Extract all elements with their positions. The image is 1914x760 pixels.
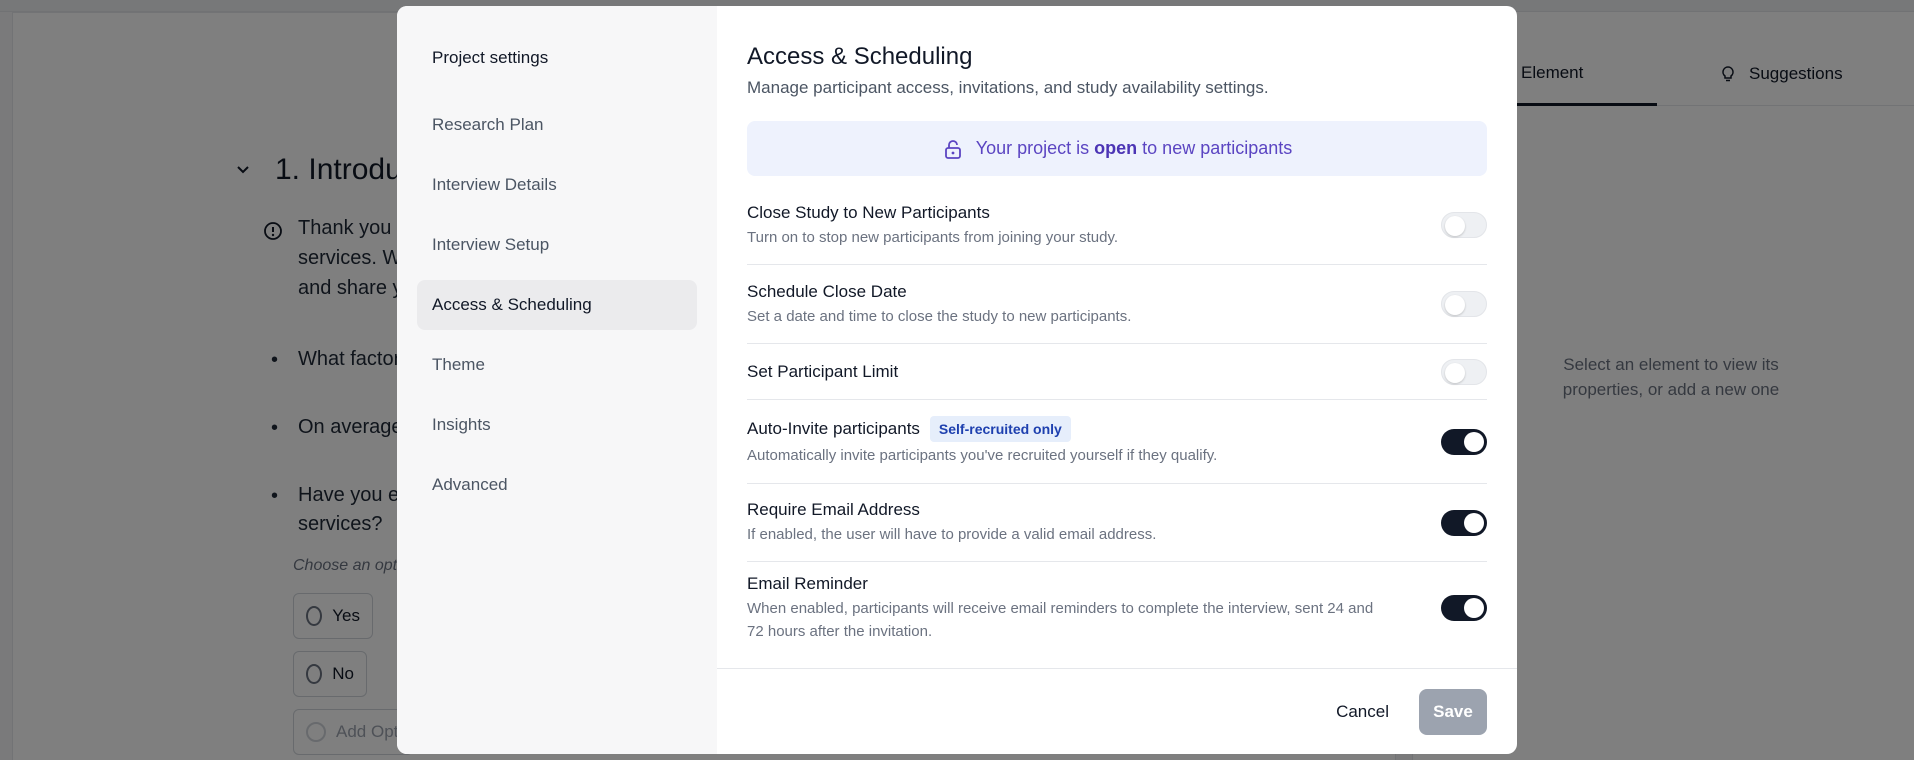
participant-limit-toggle[interactable] (1441, 358, 1487, 385)
setting-title: Email Reminder (747, 574, 868, 593)
project-settings-modal: Project settings Research Plan Interview… (397, 6, 1517, 754)
toggle-knob (1445, 362, 1465, 383)
nav-item-theme[interactable]: Theme (417, 340, 697, 390)
nav-item-advanced[interactable]: Advanced (417, 460, 697, 510)
banner-prefix: Your project is (975, 138, 1090, 158)
email-reminder-toggle[interactable] (1441, 595, 1487, 621)
toggle-knob (1445, 216, 1465, 236)
toggle-knob (1445, 295, 1465, 315)
setting-close-study: Close Study to New Participants Turn on … (747, 176, 1487, 265)
auto-invite-toggle[interactable] (1441, 428, 1487, 455)
setting-email-reminder: Email Reminder When enabled, participant… (747, 562, 1487, 654)
banner-status: open (1094, 138, 1138, 158)
nav-item-interview-details[interactable]: Interview Details (417, 160, 697, 210)
toggle-knob (1464, 598, 1484, 618)
require-email-toggle[interactable] (1441, 509, 1487, 536)
status-banner: Your project is open to new participants (747, 121, 1487, 176)
setting-desc: Turn on to stop new participants from jo… (747, 228, 1119, 246)
nav-item-research-plan[interactable]: Research Plan (417, 100, 697, 150)
setting-title: Schedule Close Date (747, 281, 907, 301)
setting-participant-limit: Set Participant Limit (747, 344, 1487, 400)
setting-desc: Set a date and time to close the study t… (747, 307, 1132, 325)
unlock-icon (944, 139, 961, 159)
settings-list: Close Study to New Participants Turn on … (747, 176, 1487, 654)
nav-title: Project settings (432, 48, 549, 67)
setting-title: Close Study to New Participants (747, 202, 990, 222)
cancel-button[interactable]: Cancel (1324, 689, 1401, 735)
setting-desc: When enabled, participants will receive … (747, 600, 1374, 640)
nav-item-access-scheduling[interactable]: Access & Scheduling (417, 280, 697, 330)
settings-content: Access & Scheduling Manage participant a… (717, 6, 1517, 754)
setting-title: Set Participant Limit (747, 361, 899, 381)
setting-title: Auto-Invite participants Self-recruited … (747, 416, 1387, 442)
banner-text: Your project is open to new participants (976, 138, 1293, 159)
settings-nav: Project settings Research Plan Interview… (397, 6, 717, 754)
modal-footer: Cancel Save (717, 668, 1517, 754)
setting-desc: If enabled, the user will have to provid… (747, 526, 1157, 543)
schedule-close-date-toggle[interactable] (1441, 291, 1487, 317)
save-button[interactable]: Save (1419, 688, 1487, 735)
setting-auto-invite: Auto-Invite participants Self-recruited … (747, 400, 1487, 484)
toggle-knob (1464, 512, 1484, 533)
banner-suffix: to new participants (1142, 138, 1293, 158)
setting-schedule-close-date: Schedule Close Date Set a date and time … (747, 265, 1487, 344)
close-study-toggle[interactable] (1441, 212, 1487, 238)
nav-item-insights[interactable]: Insights (417, 400, 697, 450)
setting-desc: Automatically invite participants you've… (747, 447, 1218, 464)
page-title: Access & Scheduling (747, 43, 973, 70)
nav-item-interview-setup[interactable]: Interview Setup (417, 220, 697, 270)
setting-title-text: Auto-Invite participants (747, 419, 920, 438)
setting-require-email: Require Email Address If enabled, the us… (747, 484, 1487, 562)
toggle-knob (1464, 431, 1484, 452)
page-subtitle: Manage participant access, invitations, … (747, 78, 1269, 97)
self-recruited-badge: Self-recruited only (929, 416, 1071, 442)
setting-title: Require Email Address (747, 500, 920, 519)
